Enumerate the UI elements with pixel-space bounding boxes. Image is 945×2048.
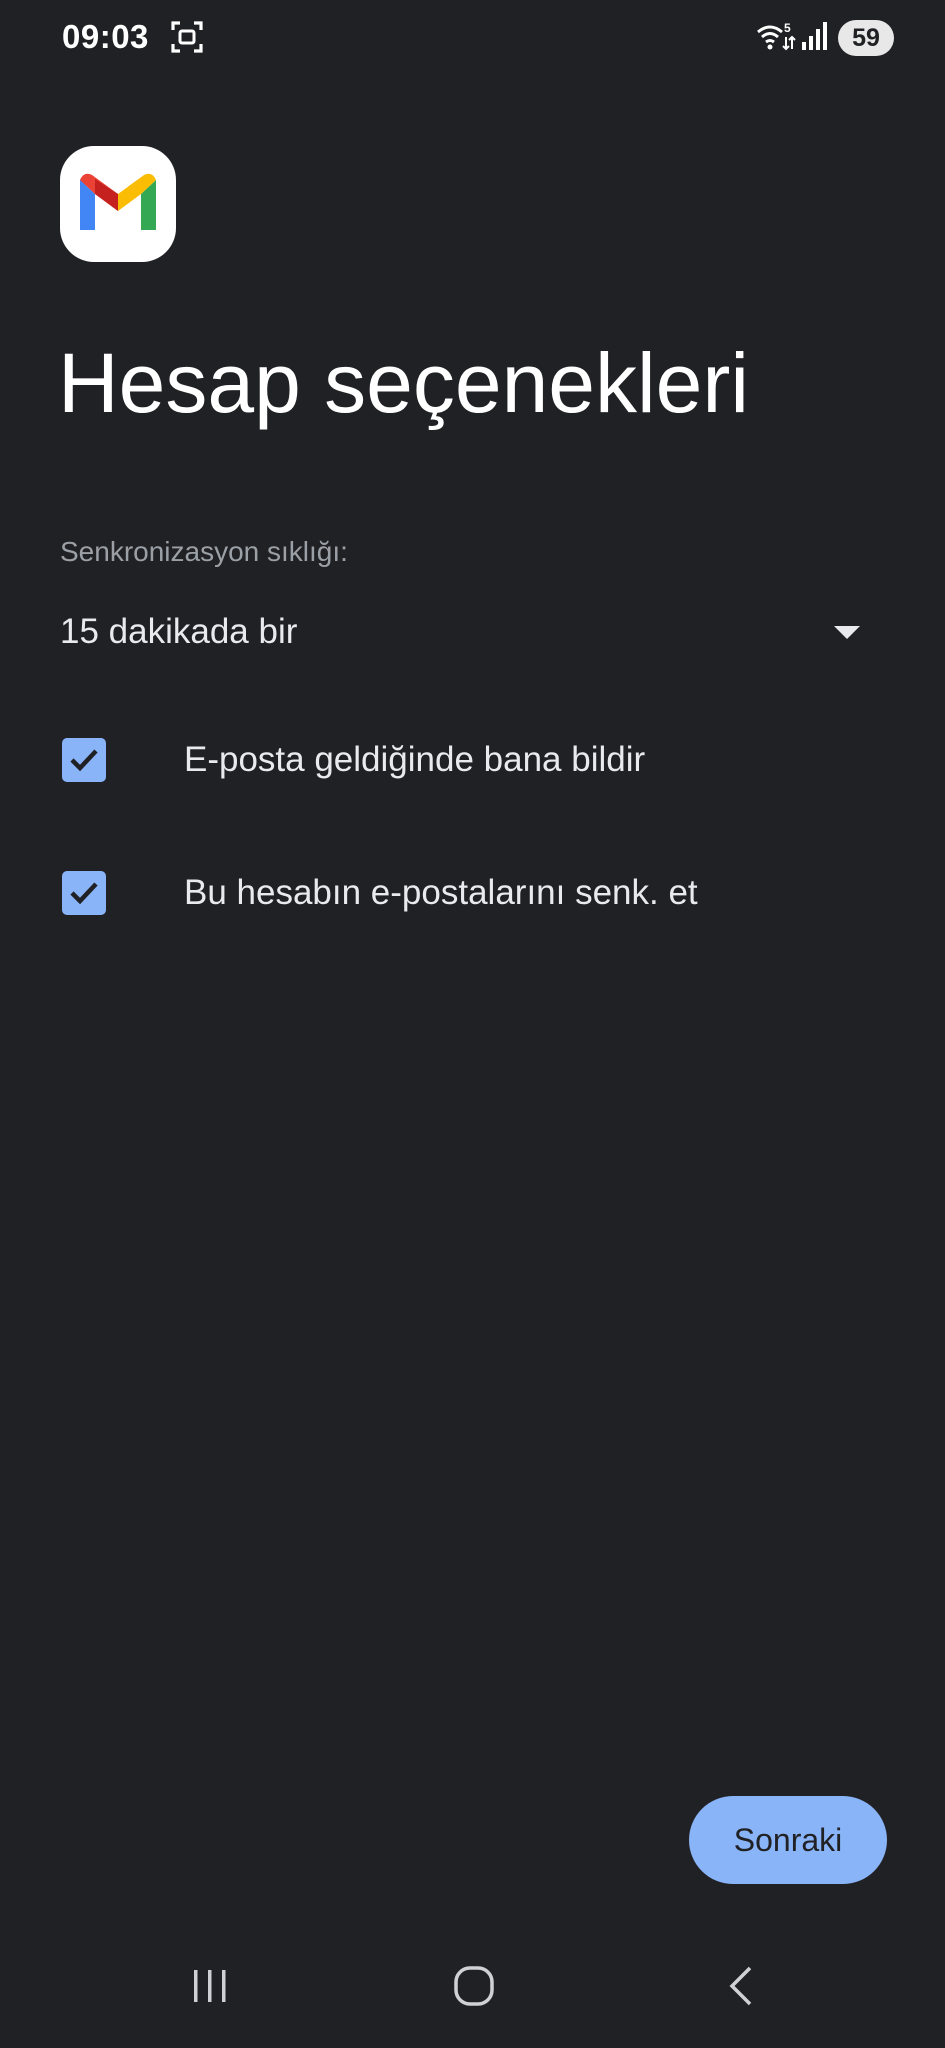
- svg-text:5: 5: [784, 21, 791, 35]
- sync-account-mail-checkbox[interactable]: [62, 871, 106, 915]
- sync-frequency-value: 15 dakikada bir: [60, 612, 298, 651]
- notify-new-mail-label: E-posta geldiğinde bana bildir: [184, 740, 646, 779]
- next-button[interactable]: Sonraki: [689, 1796, 887, 1884]
- home-icon[interactable]: [452, 1964, 496, 2008]
- status-time: 09:03: [62, 18, 149, 55]
- back-icon[interactable]: [724, 1964, 760, 2008]
- battery-level: 59: [838, 20, 894, 56]
- sync-frequency-dropdown[interactable]: 15 dakikada bir: [60, 600, 872, 664]
- gmail-logo: [60, 146, 176, 262]
- signal-icon: [800, 20, 828, 52]
- notify-new-mail-option[interactable]: E-posta geldiğinde bana bildir: [60, 720, 890, 800]
- recents-icon[interactable]: [186, 1966, 234, 2006]
- dropdown-arrow-icon: [834, 626, 860, 639]
- sync-frequency-label: Senkronizasyon sıklığı:: [60, 536, 348, 567]
- sync-account-mail-label: Bu hesabın e-postalarını senk. et: [184, 873, 698, 912]
- navigation-bar: [0, 1940, 945, 2048]
- page-title: Hesap seçenekleri: [58, 336, 750, 430]
- sync-account-mail-option[interactable]: Bu hesabın e-postalarını senk. et: [60, 853, 890, 933]
- status-bar: 09:03 5 59: [0, 0, 945, 76]
- notify-new-mail-checkbox[interactable]: [62, 738, 106, 782]
- screenshot-icon: [170, 20, 204, 54]
- wifi-icon: 5: [756, 20, 796, 54]
